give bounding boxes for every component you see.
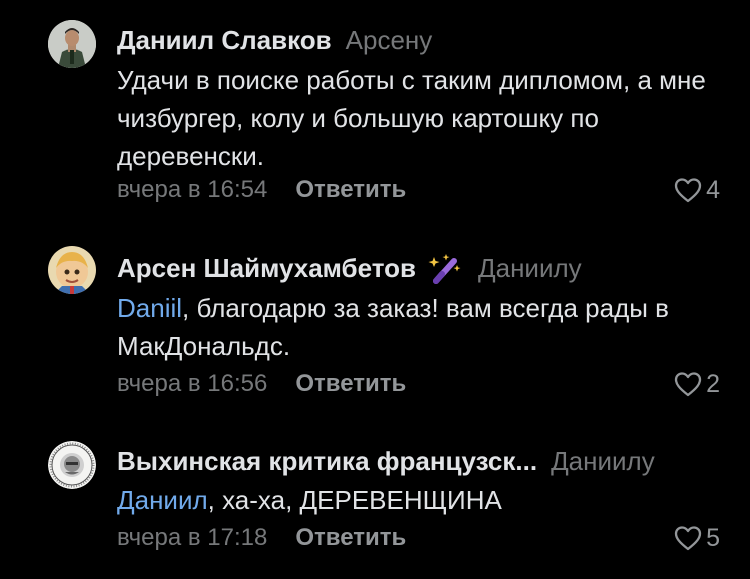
comment-body: Удачи в поиске работы с таким дипломом, … [117, 65, 706, 171]
like-count: 4 [706, 175, 720, 204]
author-name[interactable]: Даниил Славков [117, 25, 332, 56]
mention-link[interactable]: Daniil [117, 293, 182, 323]
timestamp: вчера в 16:56 [117, 370, 268, 397]
reply-button[interactable]: Ответить [295, 370, 406, 398]
comment-text: Daniil, благодарю за заказ! вам всегда р… [117, 289, 727, 365]
heart-outline-icon [674, 178, 702, 203]
avatar[interactable] [48, 441, 96, 489]
like-count: 5 [706, 523, 720, 552]
reply-to-name[interactable]: Даниилу [551, 446, 655, 477]
comment-meta: вчера в 17:18 Ответить [117, 523, 406, 553]
comment-body: , благодарю за заказ! вам всегда рады в … [117, 293, 669, 361]
avatar[interactable] [48, 246, 96, 294]
comment-body: , ха-ха, ДЕРЕВЕНЩИНА [207, 485, 502, 515]
avatar[interactable] [48, 20, 96, 68]
comment-meta: вчера в 16:54 Ответить [117, 175, 406, 205]
timestamp: вчера в 16:54 [117, 176, 268, 203]
comment-header: Даниил Славков Арсену [117, 23, 432, 57]
mention-link[interactable]: Даниил [117, 485, 208, 515]
comment-header: Выхинская критика французск... Даниилу [117, 444, 655, 478]
reply-button[interactable]: Ответить [295, 176, 406, 204]
like-button[interactable]: 5 [674, 523, 720, 553]
comment-text: Даниил, ха-ха, ДЕРЕВЕНЩИНА [117, 481, 727, 519]
heart-outline-icon [674, 526, 702, 551]
author-name[interactable]: Арсен Шаймухамбетов [117, 253, 416, 284]
author-name[interactable]: Выхинская критика французск... [117, 446, 537, 477]
reply-to-name[interactable]: Арсену [346, 25, 433, 56]
comment-header: Арсен Шаймухамбетов Даниилу [117, 251, 582, 285]
like-button[interactable]: 2 [674, 369, 720, 399]
heart-outline-icon [674, 372, 702, 397]
magic-wand-badge-icon[interactable] [426, 251, 464, 285]
timestamp: вчера в 17:18 [117, 524, 268, 551]
like-count: 2 [706, 369, 720, 398]
like-button[interactable]: 4 [674, 175, 720, 205]
comment-text: Удачи в поиске работы с таким дипломом, … [117, 61, 727, 175]
reply-to-name[interactable]: Даниилу [478, 253, 582, 284]
reply-button[interactable]: Ответить [295, 524, 406, 552]
comment-meta: вчера в 16:56 Ответить [117, 369, 406, 399]
